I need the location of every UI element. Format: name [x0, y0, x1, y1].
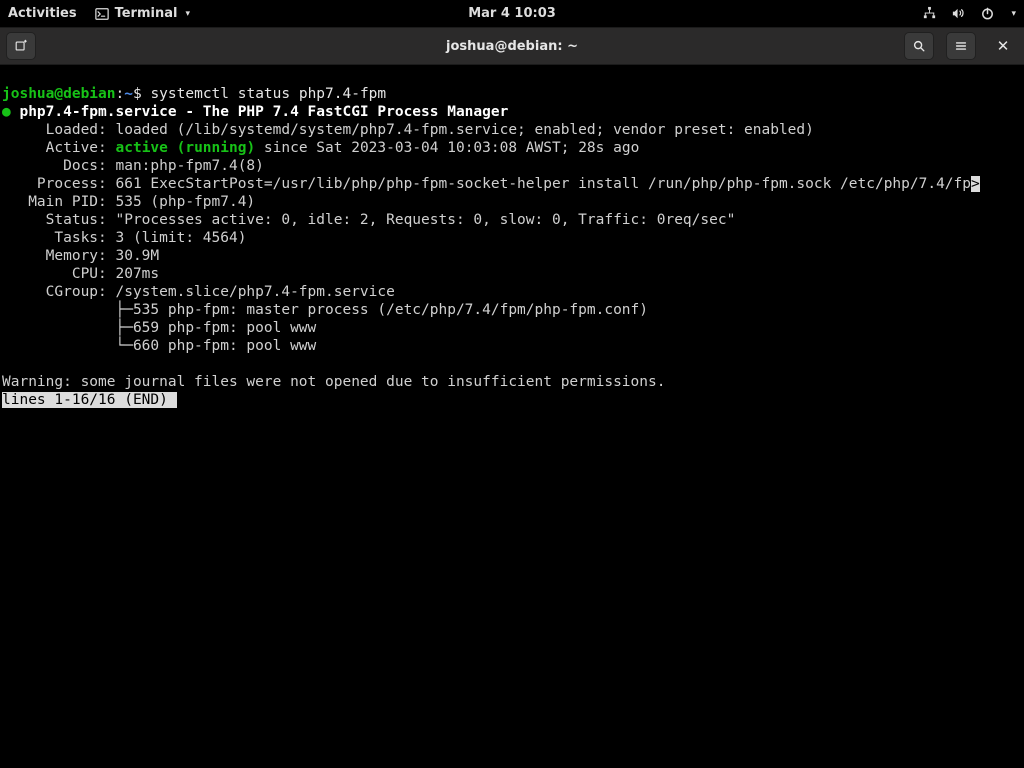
network-icon[interactable] — [922, 6, 937, 21]
mainpid-line: Main PID: 535 (php-fpm7.4) — [2, 194, 255, 210]
close-button[interactable]: ✕ — [988, 32, 1018, 60]
prompt-dollar: $ — [133, 86, 150, 102]
clock[interactable]: Mar 4 10:03 — [468, 6, 556, 21]
power-icon[interactable] — [980, 6, 995, 21]
search-icon — [912, 39, 926, 53]
close-icon: ✕ — [997, 37, 1010, 55]
terminal-output[interactable]: joshua@debian:~$ systemctl status php7.4… — [0, 65, 1024, 768]
statusln-line: Status: "Processes active: 0, idle: 2, R… — [2, 212, 735, 228]
new-tab-icon — [14, 39, 28, 53]
pager-position: lines 1-16/16 (END) — [2, 392, 168, 408]
chevron-down-icon[interactable]: ▾ — [1011, 9, 1016, 19]
new-tab-button[interactable] — [6, 32, 36, 60]
window-title: joshua@debian: ~ — [446, 39, 578, 54]
cgroup-tree-1: ├─535 php-fpm: master process (/etc/php/… — [2, 302, 648, 318]
search-button[interactable] — [904, 32, 934, 60]
app-menu-label: Terminal — [115, 6, 178, 21]
terminal-icon — [95, 7, 109, 21]
active-label: Active: — [2, 140, 116, 156]
loaded-line: Loaded: loaded (/lib/systemd/system/php7… — [2, 122, 814, 138]
docs-line: Docs: man:php-fpm7.4(8) — [2, 158, 264, 174]
activities-button[interactable]: Activities — [8, 6, 77, 21]
hamburger-menu-button[interactable] — [946, 32, 976, 60]
active-since: since Sat 2023-03-04 10:03:08 AWST; 28s … — [255, 140, 639, 156]
hamburger-icon — [954, 39, 968, 53]
unit-line: php7.4-fpm.service - The PHP 7.4 FastCGI… — [11, 104, 509, 120]
journal-warning: Warning: some journal files were not ope… — [2, 374, 665, 390]
cgroup-tree-3: └─660 php-fpm: pool www — [2, 338, 316, 354]
prompt-path: ~ — [124, 86, 133, 102]
window-titlebar: joshua@debian: ~ ✕ — [0, 27, 1024, 65]
active-value: active (running) — [116, 140, 256, 156]
prompt-sep: : — [116, 86, 125, 102]
prompt-user-host: joshua@debian — [2, 86, 116, 102]
cgroup-tree-2: ├─659 php-fpm: pool www — [2, 320, 316, 336]
gnome-top-bar: Activities Terminal ▾ Mar 4 10:03 ▾ — [0, 0, 1024, 27]
chevron-down-icon: ▾ — [185, 9, 190, 19]
process-line: Process: 661 ExecStartPost=/usr/lib/php/… — [2, 176, 971, 192]
status-bullet: ● — [2, 104, 11, 120]
cursor — [168, 392, 177, 408]
entered-command: systemctl status php7.4-fpm — [150, 86, 386, 102]
line-wrap-indicator: > — [971, 176, 980, 192]
tasks-line: Tasks: 3 (limit: 4564) — [2, 230, 246, 246]
memory-line: Memory: 30.9M — [2, 248, 159, 264]
volume-icon[interactable] — [951, 6, 966, 21]
cgroup-line: CGroup: /system.slice/php7.4-fpm.service — [2, 284, 395, 300]
cpu-line: CPU: 207ms — [2, 266, 159, 282]
app-menu[interactable]: Terminal ▾ — [95, 6, 190, 21]
